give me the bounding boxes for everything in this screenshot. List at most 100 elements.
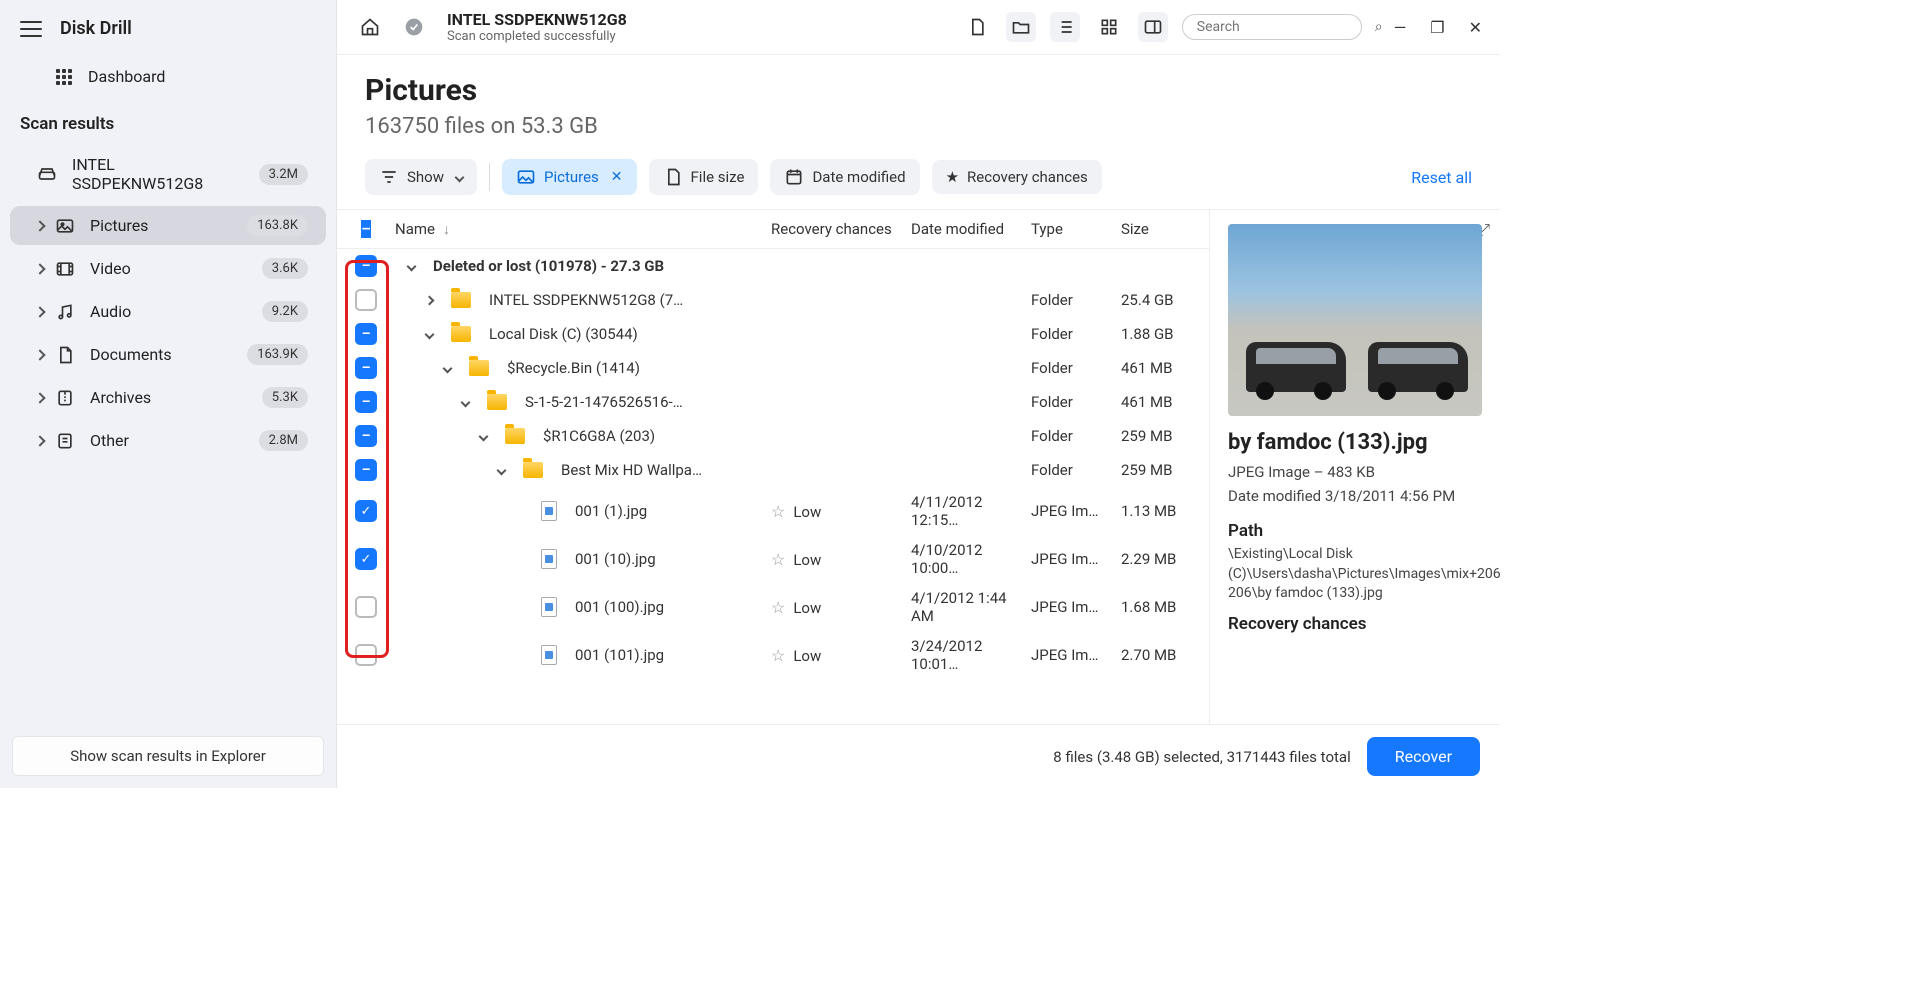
file-icon[interactable] <box>962 12 992 42</box>
page-subtitle: 163750 files on 53.3 GB <box>365 114 1472 139</box>
selection-status: 8 files (3.48 GB) selected, 3171443 file… <box>1053 748 1350 766</box>
row-name: S-1-5-21-1476526516-… <box>525 393 683 411</box>
sort-down-icon: ↓ <box>443 221 450 238</box>
preview-title: by famdoc (133).jpg <box>1228 430 1482 455</box>
sidebar-item-pictures[interactable]: Pictures 163.8K <box>10 206 326 245</box>
table-row[interactable]: S-1-5-21-1476526516-…Folder461 MB <box>337 385 1209 419</box>
home-icon[interactable] <box>355 12 385 42</box>
row-checkbox[interactable] <box>355 425 377 447</box>
scan-status: Scan completed successfully <box>447 29 627 44</box>
audio-icon <box>54 302 76 322</box>
grid-view-icon[interactable] <box>1094 12 1124 42</box>
sidebar-section-title: Scan results <box>0 96 336 144</box>
col-name[interactable]: Name <box>395 220 435 238</box>
row-checkbox[interactable] <box>355 391 377 413</box>
search-field[interactable] <box>1197 19 1375 35</box>
filter-chip-recovery[interactable]: ★ Recovery chances <box>932 160 1102 194</box>
image-file-icon <box>541 597 557 617</box>
table-row[interactable]: Local Disk (C) (30544)Folder1.88 GB <box>337 317 1209 351</box>
row-checkbox[interactable] <box>355 596 377 618</box>
filter-chip-date[interactable]: Date modified <box>770 159 919 195</box>
preview-path-label: Path <box>1228 521 1482 541</box>
folder-icon <box>451 292 471 308</box>
row-name: Local Disk (C) (30544) <box>489 325 638 343</box>
table-row[interactable]: Best Mix HD Wallpa…Folder259 MB <box>337 453 1209 487</box>
show-in-explorer-button[interactable]: Show scan results in Explorer <box>12 736 324 776</box>
chevron-right-icon <box>34 392 45 403</box>
table-row[interactable]: 001 (10).jpg☆Low4/10/2012 10:00…JPEG Im…… <box>337 535 1209 583</box>
archive-icon <box>54 388 76 408</box>
row-checkbox[interactable] <box>355 459 377 481</box>
maximize-button[interactable]: ❐ <box>1430 18 1444 37</box>
row-checkbox[interactable] <box>355 644 377 666</box>
filter-chip-filesize[interactable]: File size <box>649 159 759 195</box>
preview-image <box>1228 224 1482 416</box>
drive-title: INTEL SSDPEKNW512G8 <box>447 10 627 29</box>
star-icon: ☆ <box>771 550 785 569</box>
chevron-right-icon <box>34 435 45 446</box>
main-area: INTEL SSDPEKNW512G8 Scan completed succe… <box>336 0 1500 788</box>
minimize-button[interactable]: — <box>1394 18 1407 37</box>
table-row[interactable]: $R1C6G8A (203)Folder259 MB <box>337 419 1209 453</box>
drive-icon <box>36 164 58 184</box>
row-name: 001 (1).jpg <box>575 502 647 520</box>
split-view-icon[interactable] <box>1138 12 1168 42</box>
sidebar-item-audio[interactable]: Audio 9.2K <box>10 292 326 331</box>
chevron-down-icon[interactable] <box>439 365 455 372</box>
row-checkbox[interactable] <box>355 289 377 311</box>
chevron-down-icon[interactable] <box>457 399 473 406</box>
row-checkbox[interactable] <box>355 357 377 379</box>
preview-recovery-label: Recovery chances <box>1228 614 1482 634</box>
other-icon <box>54 431 76 451</box>
select-all-checkbox[interactable] <box>361 220 370 238</box>
sidebar-item-other[interactable]: Other 2.8M <box>10 421 326 460</box>
row-checkbox[interactable] <box>355 500 377 522</box>
filter-chip-pictures[interactable]: Pictures ✕ <box>502 159 637 195</box>
chevron-down-icon[interactable] <box>493 467 509 474</box>
sidebar-item-archives[interactable]: Archives 5.3K <box>10 378 326 417</box>
row-name: Deleted or lost (101978) - 27.3 GB <box>433 257 664 275</box>
sidebar: Disk Drill Dashboard Scan results INTEL … <box>0 0 336 788</box>
col-size[interactable]: Size <box>1121 220 1201 238</box>
image-file-icon <box>541 549 557 569</box>
recover-button[interactable]: Recover <box>1367 737 1480 776</box>
sidebar-item-dashboard[interactable]: Dashboard <box>0 57 336 96</box>
remove-filter-icon[interactable]: ✕ <box>611 169 623 185</box>
row-name: 001 (101).jpg <box>575 646 664 664</box>
menu-icon[interactable] <box>20 21 42 37</box>
star-icon: ★ <box>946 168 959 186</box>
row-checkbox[interactable] <box>355 323 377 345</box>
sidebar-item-video[interactable]: Video 3.6K <box>10 249 326 288</box>
show-dropdown[interactable]: Show <box>365 159 477 195</box>
list-view-icon[interactable] <box>1050 12 1080 42</box>
search-input[interactable]: ⌕ <box>1182 14 1362 40</box>
row-checkbox[interactable] <box>355 548 377 570</box>
folder-icon[interactable] <box>1006 12 1036 42</box>
table-row[interactable]: 001 (1).jpg☆Low4/11/2012 12:15…JPEG Im…1… <box>337 487 1209 535</box>
col-recovery[interactable]: Recovery chances <box>771 220 911 238</box>
table-row[interactable]: INTEL SSDPEKNW512G8 (7…Folder25.4 GB <box>337 283 1209 317</box>
row-name: $R1C6G8A (203) <box>543 427 655 445</box>
table-row[interactable]: 001 (101).jpg☆Low3/24/2012 10:01…JPEG Im… <box>337 631 1209 679</box>
sidebar-item-drive[interactable]: INTEL SSDPEKNW512G8 3.2M <box>10 146 326 202</box>
chevron-down-icon[interactable] <box>475 433 491 440</box>
close-button[interactable]: ✕ <box>1469 18 1482 37</box>
sidebar-item-documents[interactable]: Documents 163.9K <box>10 335 326 374</box>
table-row[interactable]: $Recycle.Bin (1414)Folder461 MB <box>337 351 1209 385</box>
filter-bar: Show Pictures ✕ File size Date modified … <box>337 149 1500 210</box>
row-name: 001 (100).jpg <box>575 598 664 616</box>
reset-all-link[interactable]: Reset all <box>1411 168 1472 187</box>
col-date[interactable]: Date modified <box>911 220 1031 238</box>
image-icon <box>54 216 76 236</box>
page-title: Pictures <box>365 73 1472 108</box>
col-type[interactable]: Type <box>1031 220 1121 238</box>
row-checkbox[interactable] <box>355 255 377 277</box>
folder-icon <box>523 462 543 478</box>
chevron-down-icon[interactable] <box>421 331 437 338</box>
table-row[interactable]: Deleted or lost (101978) - 27.3 GB <box>337 249 1209 283</box>
table-row[interactable]: 001 (100).jpg☆Low4/1/2012 1:44 AMJPEG Im… <box>337 583 1209 631</box>
star-icon: ☆ <box>771 646 785 665</box>
chevron-right-icon[interactable] <box>421 297 437 304</box>
table-header: Name ↓ Recovery chances Date modified Typ… <box>337 210 1209 249</box>
chevron-down-icon[interactable] <box>403 263 419 270</box>
